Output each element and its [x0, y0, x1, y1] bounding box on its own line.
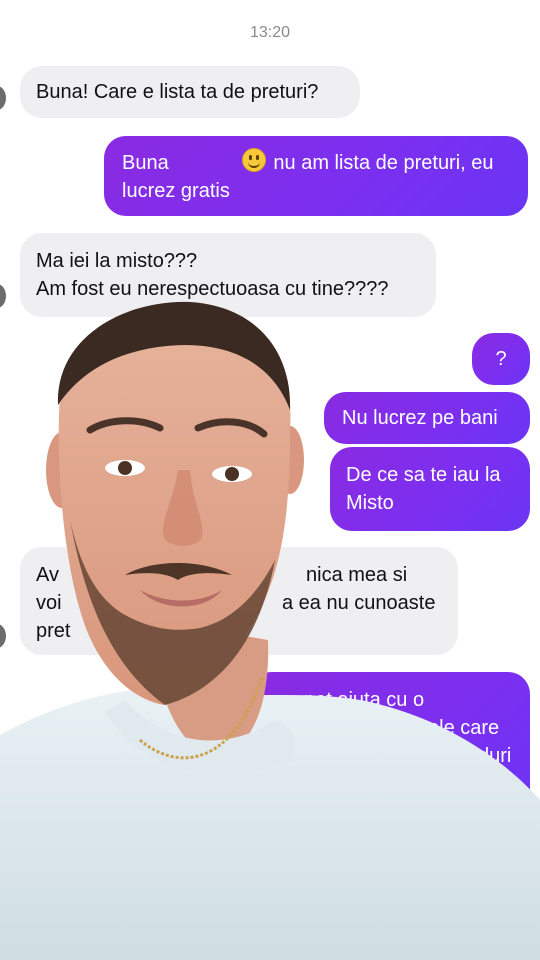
outgoing-message[interactable]: pot ajuta cu o ele care duri	[250, 672, 530, 832]
outgoing-message[interactable]: Buna nu am lista de preturi, eu lucrez g…	[104, 136, 528, 216]
incoming-message[interactable]: Ma iei la misto??? Am fost eu nerespectu…	[20, 233, 436, 317]
sender-avatar[interactable]	[0, 86, 6, 110]
message-text-fragment: duri	[478, 745, 512, 767]
message-text-fragment: ele care	[428, 717, 500, 739]
outgoing-message[interactable]: Nu lucrez pe bani	[324, 392, 530, 444]
message-text-fragment: a ea nu cunoaste	[282, 592, 436, 614]
message-text-fragment: pot ajuta cu o	[304, 689, 425, 711]
message-text-part-c: lucrez gratis	[122, 180, 230, 202]
outgoing-message[interactable]: De ce sa te iau la Misto	[330, 447, 530, 531]
sender-avatar[interactable]	[0, 624, 6, 648]
message-text: ?	[495, 348, 507, 370]
sender-avatar[interactable]	[0, 284, 6, 308]
message-text-line-1: Ma iei la misto???	[36, 250, 198, 272]
message-text-line-1: De ce sa te iau la	[346, 464, 501, 486]
message-text-line-2: Am fost eu nerespectuoasa cu tine????	[36, 278, 389, 300]
message-text-part-b: nu am lista de preturi, eu	[273, 152, 494, 174]
outgoing-message[interactable]: ?	[472, 333, 530, 385]
message-text-fragment: pret	[36, 620, 71, 642]
incoming-message[interactable]: Buna! Care e lista ta de preturi?	[20, 66, 360, 118]
message-text: Nu lucrez pe bani	[342, 407, 498, 429]
smiley-face-icon	[241, 148, 266, 172]
chat-thread[interactable]: 13:20 Buna! Care e lista ta de preturi? …	[0, 0, 540, 960]
incoming-message[interactable]: Av nica mea si voi a ea nu cunoaste pret	[20, 547, 458, 655]
message-text: Buna! Care e lista ta de preturi?	[36, 81, 319, 103]
message-text-fragment: nica mea si	[306, 564, 408, 586]
message-text-fragment: Av	[36, 564, 59, 586]
message-text-fragment: voi	[36, 592, 62, 614]
message-text-part-a: Buna	[122, 152, 169, 174]
message-timestamp: 13:20	[249, 24, 291, 41]
message-text-line-2: Misto	[346, 492, 394, 514]
